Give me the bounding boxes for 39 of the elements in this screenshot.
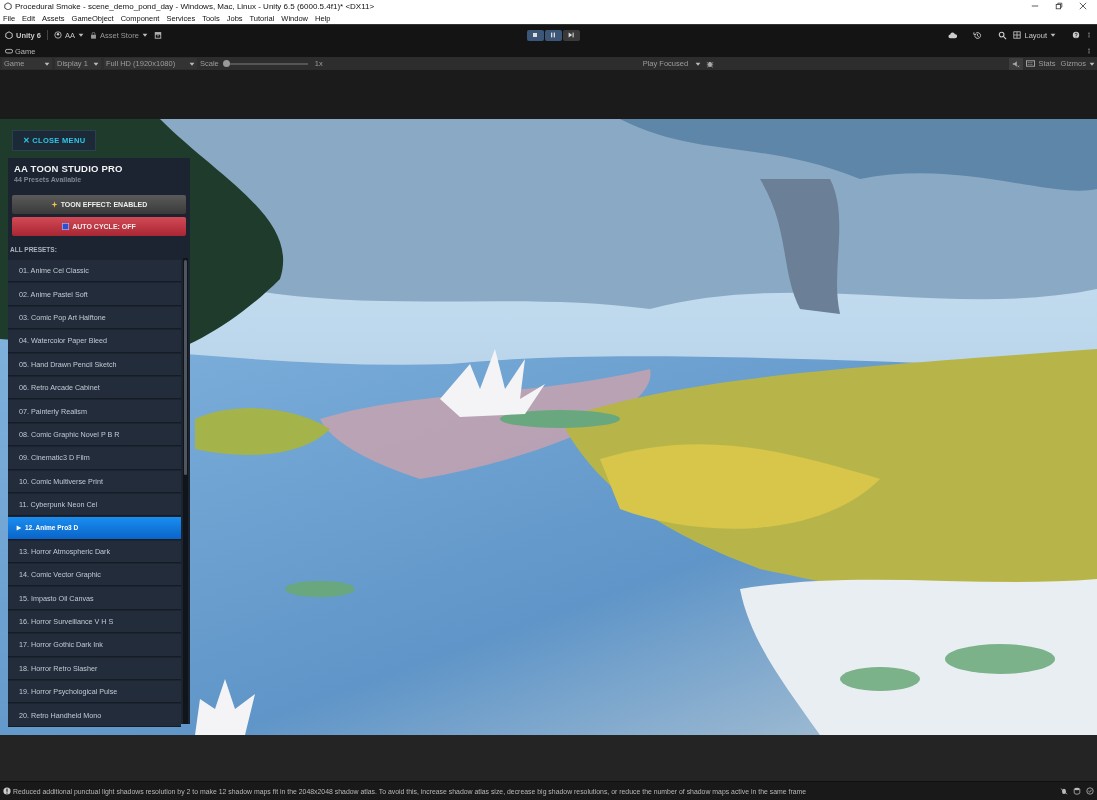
- audio-toggle[interactable]: [1009, 57, 1024, 70]
- scale-slider[interactable]: [225, 62, 308, 65]
- caret-icon: [78, 32, 85, 38]
- cloud-icon[interactable]: [948, 30, 958, 40]
- database-icon[interactable]: [1073, 787, 1081, 795]
- play-icon: [16, 525, 22, 531]
- step-button[interactable]: [562, 29, 580, 41]
- pause-icon: [549, 31, 558, 39]
- archive-icon[interactable]: [153, 31, 162, 39]
- bug-icon[interactable]: [1060, 787, 1068, 795]
- caret-icon: [694, 60, 701, 67]
- gamepad-icon: [5, 47, 13, 55]
- menu-title: AA TOON STUDIO PRO: [14, 163, 124, 174]
- pause-button[interactable]: [544, 29, 562, 41]
- history-icon[interactable]: [973, 30, 983, 40]
- user-icon: [54, 31, 62, 39]
- step-icon: [567, 31, 576, 39]
- window-title: Procedural Smoke - scene_demo_pond_day - Windows, Mac, Linux - Unity 6.5 (6000.5.4f1)* <DX11>: [15, 1, 375, 11]
- restore-icon[interactable]: [1055, 2, 1063, 10]
- layout-icon: [1013, 31, 1022, 39]
- caret-icon: [1089, 60, 1095, 67]
- caret-icon: [44, 60, 50, 67]
- stop-icon: [531, 31, 540, 39]
- bag-icon: [90, 31, 98, 39]
- stop-button[interactable]: [526, 29, 544, 41]
- caret-icon: [93, 60, 99, 67]
- keyboard-icon[interactable]: [1026, 59, 1036, 68]
- caret-icon: [189, 60, 195, 67]
- info-icon: [3, 787, 11, 795]
- check-circle-icon[interactable]: [1086, 787, 1094, 795]
- bug-icon[interactable]: [705, 59, 714, 68]
- caret-icon: [141, 32, 148, 38]
- close-icon[interactable]: [1079, 2, 1087, 10]
- caret-icon: [1050, 32, 1056, 38]
- search-icon[interactable]: [998, 30, 1008, 40]
- help-icon[interactable]: [1072, 31, 1080, 39]
- square-icon: [62, 223, 70, 230]
- scrollbar[interactable]: [183, 258, 188, 724]
- sparkle-icon: [50, 201, 58, 208]
